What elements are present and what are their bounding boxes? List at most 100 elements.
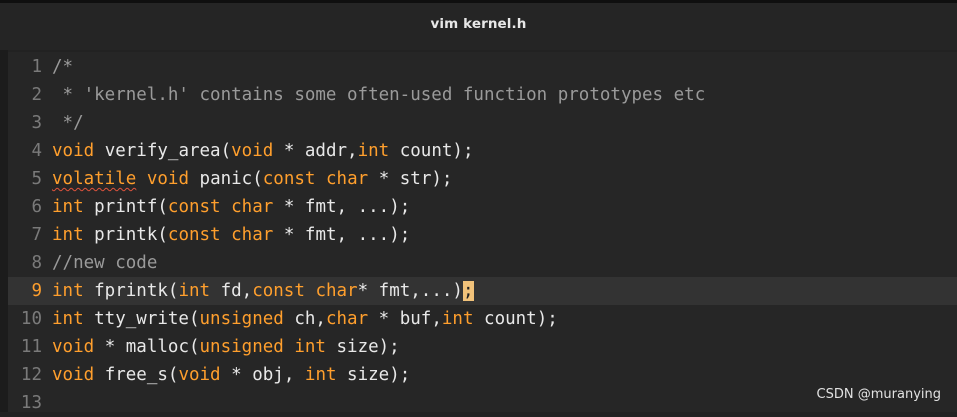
- keyword-token: int: [357, 141, 390, 161]
- line-number: 2: [31, 85, 42, 105]
- line-number: 9: [31, 281, 42, 301]
- code-line[interactable]: 6 int printf(const char * fmt, ...);: [8, 193, 957, 221]
- code-token: * fmt,...): [357, 281, 463, 301]
- code-line[interactable]: 5 volatile void panic(const char * str);: [8, 165, 957, 193]
- line-number: 8: [31, 253, 42, 273]
- code-token: count);: [473, 309, 558, 329]
- code-line[interactable]: 10 int tty_write(unsigned ch,char * buf,i…: [8, 305, 957, 333]
- keyword-token: int: [52, 281, 84, 301]
- code-token: * fmt, ...);: [273, 225, 411, 245]
- code-line[interactable]: 9 int fprintk(int fd,const char* fmt,...)…: [8, 277, 957, 305]
- line-code: void * malloc(unsigned int size);: [52, 333, 400, 361]
- code-token: * buf,: [368, 309, 442, 329]
- line-code: */: [52, 109, 84, 137]
- line-number: 6: [31, 197, 42, 217]
- code-token: * obj,: [220, 365, 305, 385]
- keyword-token: char: [326, 169, 369, 189]
- code-token: size);: [325, 337, 400, 357]
- line-code: /*: [52, 53, 73, 81]
- code-token: * str);: [368, 169, 453, 189]
- code-line[interactable]: 13: [8, 389, 957, 417]
- line-code: int printk(const char * fmt, ...);: [52, 221, 410, 249]
- keyword-token: const: [262, 169, 316, 189]
- code-token: * addr,: [273, 141, 358, 161]
- keyword-token: void: [231, 141, 274, 161]
- line-code: //new code: [52, 249, 157, 277]
- keyword-token: char: [231, 197, 274, 217]
- keyword-token: char: [325, 309, 369, 329]
- keyword-token: int: [441, 309, 474, 329]
- window-titlebar: vim kernel.h: [0, 0, 957, 50]
- code-line[interactable]: 4 void verify_area(void * addr,int count)…: [8, 137, 957, 165]
- keyword-token: int: [52, 225, 84, 245]
- line-code: int printf(const char * fmt, ...);: [52, 193, 410, 221]
- line-number: 10: [20, 309, 42, 329]
- code-token: fd,: [210, 281, 253, 301]
- line-number: 5: [31, 169, 42, 189]
- keyword-token-spell-error: volatile: [52, 169, 137, 189]
- keyword-token: int: [52, 309, 84, 329]
- keyword-token: char: [315, 281, 358, 301]
- keyword-token: unsigned: [199, 309, 284, 329]
- line-code: void free_s(void * obj, int size);: [52, 361, 410, 389]
- line-number: 11: [20, 337, 42, 357]
- code-token: panic(: [189, 169, 263, 189]
- line-number: 7: [31, 225, 42, 245]
- line-number: 12: [20, 365, 42, 385]
- keyword-token: int: [52, 197, 84, 217]
- code-line[interactable]: 12 void free_s(void * obj, int size);: [8, 361, 957, 389]
- keyword-token: void: [52, 337, 95, 357]
- code-line[interactable]: 8 //new code: [8, 249, 957, 277]
- window-left-edge: [0, 50, 8, 412]
- line-code: int fprintk(int fd,const char* fmt,...);: [52, 277, 474, 305]
- line-number: 1: [31, 57, 42, 77]
- code-line[interactable]: 3 */: [8, 109, 957, 137]
- code-token: printk(: [83, 225, 168, 245]
- text-cursor: ;: [462, 281, 474, 301]
- keyword-token: void: [52, 141, 95, 161]
- code-editor[interactable]: 1 /* 2 * 'kernel.h' contains some often-us…: [8, 52, 957, 413]
- line-number: 3: [31, 113, 42, 133]
- line-number: 13: [20, 393, 42, 413]
- keyword-token: int: [294, 337, 326, 357]
- watermark-text: CSDN @muranying: [816, 387, 941, 402]
- code-token: printf(: [83, 197, 168, 217]
- line-code: volatile void panic(const char * str);: [52, 165, 452, 193]
- keyword-token: unsigned: [199, 337, 284, 357]
- code-token: * malloc(: [94, 337, 200, 357]
- keyword-token: int: [178, 281, 211, 301]
- code-token: verify_area(: [94, 141, 232, 161]
- code-token: ch,: [283, 309, 326, 329]
- comment-token: * 'kernel.h' contains some often-used fu…: [52, 85, 706, 105]
- code-line[interactable]: 1 /*: [8, 53, 957, 81]
- code-token: * fmt, ...);: [273, 197, 411, 217]
- keyword-token: const: [252, 281, 305, 301]
- code-token: size);: [336, 365, 411, 385]
- line-code: void verify_area(void * addr,int count);: [52, 137, 473, 165]
- keyword-token: const: [167, 197, 221, 217]
- code-token: tty_write(: [83, 309, 200, 329]
- keyword-token: int: [304, 365, 337, 385]
- keyword-token: void: [52, 365, 95, 385]
- code-line[interactable]: 11 void * malloc(unsigned int size);: [8, 333, 957, 361]
- code-line[interactable]: 2 * 'kernel.h' contains some often-used …: [8, 81, 957, 109]
- line-code: * 'kernel.h' contains some often-used fu…: [52, 81, 706, 109]
- code-line[interactable]: 7 int printk(const char * fmt, ...);: [8, 221, 957, 249]
- keyword-token: const: [167, 225, 221, 245]
- code-token: free_s(: [94, 365, 179, 385]
- keyword-token: void: [146, 169, 189, 189]
- code-token: fprintk(: [83, 281, 179, 301]
- comment-token: /*: [52, 57, 74, 77]
- code-token: count);: [389, 141, 474, 161]
- line-code: int tty_write(unsigned ch,char * buf,int…: [52, 305, 558, 333]
- line-number: 4: [31, 141, 42, 161]
- window-title: vim kernel.h: [430, 16, 527, 32]
- keyword-token: void: [178, 365, 221, 385]
- comment-token: */: [52, 113, 84, 133]
